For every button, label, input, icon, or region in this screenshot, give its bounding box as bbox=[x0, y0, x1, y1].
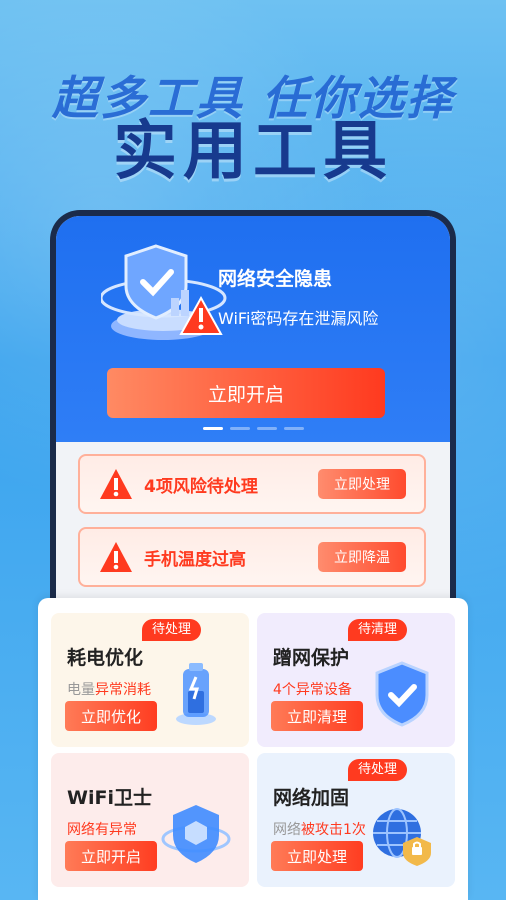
warning-icon bbox=[98, 540, 134, 574]
alert-text: 4项风险待处理 bbox=[144, 476, 258, 497]
tools-grid: 待处理 耗电优化 电量异常消耗 立即优化 待清理 蹭网保护 4个异常设备 立即清… bbox=[38, 598, 468, 900]
desc-red: 异常消耗 bbox=[95, 682, 151, 698]
security-banner[interactable]: 网络安全隐患 WiFi密码存在泄漏风险 立即开启 bbox=[56, 216, 450, 442]
banner-title: 网络安全隐患 bbox=[218, 268, 333, 290]
tool-power-optimize[interactable]: 待处理 耗电优化 电量异常消耗 立即优化 bbox=[51, 613, 249, 747]
tool-desc: 网络被攻击1次 bbox=[273, 819, 366, 839]
tool-network-harden[interactable]: 待处理 网络加固 网络被攻击1次 立即处理 bbox=[257, 753, 455, 887]
desc-red: 被攻击1次 bbox=[301, 822, 366, 838]
handle-now-button[interactable]: 立即处理 bbox=[318, 469, 406, 499]
enable-now-button[interactable]: 立即开启 bbox=[65, 841, 157, 871]
tool-desc: 4个异常设备 bbox=[273, 682, 352, 698]
warning-icon bbox=[98, 467, 134, 501]
banner-subtitle: WiFi密码存在泄漏风险 bbox=[218, 309, 379, 328]
banner-text: 网络安全隐患 WiFi密码存在泄漏风险 bbox=[218, 264, 378, 329]
globe-lock-icon bbox=[367, 799, 437, 869]
alert-row-temperature[interactable]: 手机温度过高 立即降温 bbox=[78, 527, 426, 587]
shield-check-icon bbox=[367, 659, 437, 729]
shield-cube-icon bbox=[161, 799, 231, 869]
clean-now-button[interactable]: 立即清理 bbox=[271, 701, 363, 731]
pager-dot[interactable] bbox=[229, 427, 250, 430]
tool-wifi-guard[interactable]: WiFi卫士 网络有异常 立即开启 bbox=[51, 753, 249, 887]
tool-wifi-leech-protect[interactable]: 待清理 蹭网保护 4个异常设备 立即清理 bbox=[257, 613, 455, 747]
cool-down-button[interactable]: 立即降温 bbox=[318, 542, 406, 572]
hero-title: 实用工具 bbox=[113, 115, 393, 189]
alert-row-risk[interactable]: 4项风险待处理 立即处理 bbox=[78, 454, 426, 514]
handle-now-button[interactable]: 立即处理 bbox=[271, 841, 363, 871]
desc-gray: 网络 bbox=[273, 822, 301, 838]
status-tag: 待清理 bbox=[347, 619, 407, 641]
status-tag: 待处理 bbox=[141, 619, 201, 641]
optimize-now-button[interactable]: 立即优化 bbox=[65, 701, 157, 731]
tool-name: WiFi卫士 bbox=[67, 787, 152, 809]
tool-name: 蹭网保护 bbox=[273, 647, 350, 669]
carousel-pager bbox=[56, 427, 450, 430]
tool-desc: 电量异常消耗 bbox=[67, 679, 151, 699]
battery-icon bbox=[161, 659, 231, 729]
pager-dot[interactable] bbox=[202, 427, 223, 430]
desc-gray: 电量 bbox=[67, 682, 95, 698]
status-tag: 待处理 bbox=[347, 759, 407, 781]
tool-desc: 网络有异常 bbox=[67, 822, 137, 838]
enable-now-button[interactable]: 立即开启 bbox=[107, 368, 385, 418]
pager-dot[interactable] bbox=[256, 427, 277, 430]
pager-dot[interactable] bbox=[283, 427, 304, 430]
alert-text: 手机温度过高 bbox=[144, 549, 246, 570]
tool-name: 网络加固 bbox=[273, 787, 350, 809]
tool-name: 耗电优化 bbox=[67, 647, 144, 669]
